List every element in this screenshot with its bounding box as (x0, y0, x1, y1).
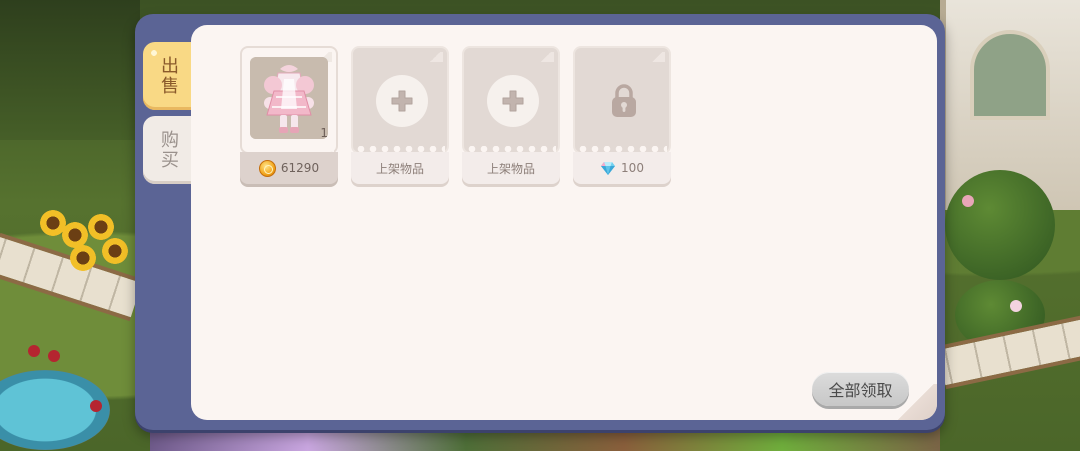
list-item-label: 上架物品 (375, 161, 424, 176)
gold-coin-icon (258, 159, 276, 177)
list-item-bar: 上架物品 (462, 152, 560, 184)
stall-slot-empty[interactable]: 上架物品 (462, 46, 560, 184)
collect-all-label: 全部领取 (828, 381, 893, 400)
stall-slot-locked[interactable]: 100 (573, 46, 671, 184)
slot-card: 1 (240, 46, 338, 154)
unlock-cost-bar: 100 (573, 152, 671, 184)
slot-card (573, 46, 671, 154)
item-quantity: 1 (320, 126, 328, 140)
tab-buy[interactable]: 购买 (143, 116, 193, 184)
plus-icon (376, 75, 428, 127)
tab-sell-label: 出售 (158, 56, 179, 96)
plus-icon (487, 75, 539, 127)
collect-all-button[interactable]: 全部领取 (812, 372, 909, 406)
lock-icon (598, 75, 650, 127)
list-item-label: 上架物品 (486, 161, 535, 176)
slot-card (462, 46, 560, 154)
item-price: 61290 (280, 161, 320, 175)
slot-card (351, 46, 449, 154)
price-bar: 61290 (240, 152, 338, 184)
diamond-gem-icon (601, 162, 616, 175)
dress-item-icon (250, 57, 328, 139)
tab-buy-label: 购买 (158, 130, 179, 170)
unlock-cost: 100 (621, 161, 644, 175)
stall-slot-listed[interactable]: 1 61290 (240, 46, 338, 184)
tab-sell[interactable]: 出售 (143, 42, 193, 110)
stall-slot-empty[interactable]: 上架物品 (351, 46, 449, 184)
list-item-bar: 上架物品 (351, 152, 449, 184)
